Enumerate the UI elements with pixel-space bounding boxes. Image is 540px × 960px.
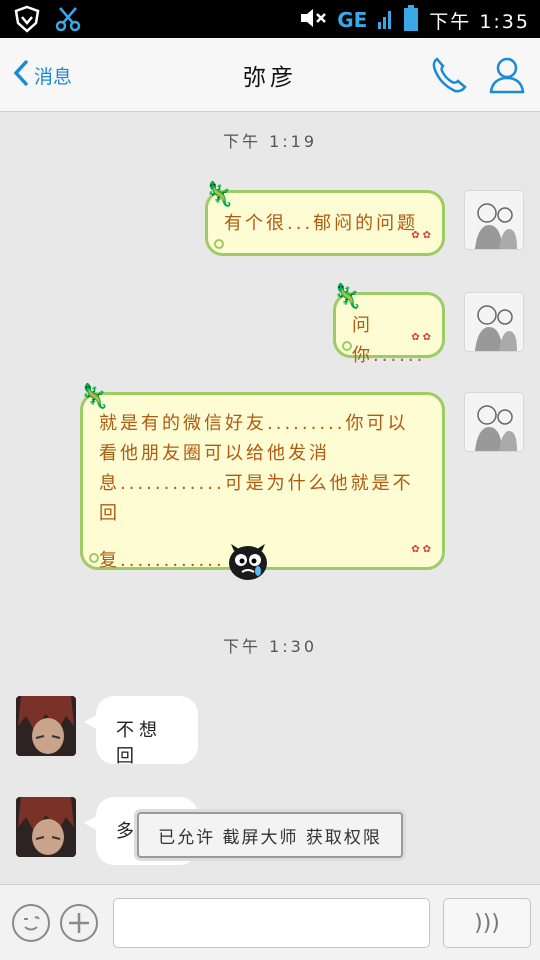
curl-decoration bbox=[89, 553, 99, 563]
toast-text: 已允许 截屏大师 获取权限 bbox=[158, 827, 382, 848]
scissors-icon bbox=[54, 5, 82, 37]
gecko-icon: 🦎 bbox=[332, 282, 365, 310]
signal-icon bbox=[377, 6, 393, 34]
plus-icon bbox=[62, 913, 96, 944]
mute-icon bbox=[299, 6, 327, 34]
gecko-icon: 🦎 bbox=[79, 382, 112, 410]
shield-icon bbox=[14, 5, 40, 37]
avatar[interactable] bbox=[464, 190, 524, 250]
add-button[interactable] bbox=[60, 904, 98, 942]
message-bubble-me[interactable]: 🦎 就是有的微信好友.........你可以 看他朋友圈可以给他发消 息....… bbox=[79, 382, 445, 580]
message-bubble-me[interactable]: 🦎 问你...... ✿✿ bbox=[332, 282, 445, 366]
battery-icon bbox=[403, 4, 419, 36]
message-line: 就是有的微信好友.........你可以 bbox=[99, 413, 409, 434]
flower-decoration: ✿✿ bbox=[411, 544, 434, 555]
avatar[interactable] bbox=[16, 797, 76, 857]
message-text: 多 bbox=[116, 821, 139, 842]
message-input[interactable] bbox=[113, 898, 430, 948]
profile-button[interactable] bbox=[488, 56, 528, 96]
smiley-icon bbox=[14, 916, 48, 944]
network-type: GE bbox=[337, 8, 368, 32]
message-line: 看他朋友圈可以给他发消 bbox=[99, 443, 330, 464]
message-line: 复............ bbox=[99, 550, 225, 571]
permission-toast: 已允许 截屏大师 获取权限 bbox=[137, 812, 403, 858]
gecko-icon: 🦎 bbox=[204, 180, 237, 208]
crying-face-icon bbox=[227, 541, 269, 581]
avatar[interactable] bbox=[464, 392, 524, 452]
person-icon bbox=[488, 57, 526, 98]
status-time: 下午 1:35 bbox=[429, 10, 530, 33]
avatar[interactable] bbox=[464, 292, 524, 352]
avatar[interactable] bbox=[16, 696, 76, 756]
emoji-button[interactable] bbox=[12, 904, 50, 942]
curl-decoration bbox=[214, 239, 224, 249]
status-bar: GE 下午 1:35 bbox=[0, 0, 540, 38]
curl-decoration bbox=[342, 341, 352, 351]
phone-icon bbox=[431, 57, 467, 98]
voice-icon: ))) bbox=[474, 910, 500, 936]
timestamp: 下午 1:19 bbox=[222, 132, 318, 151]
voice-button[interactable]: ))) bbox=[443, 898, 531, 948]
flower-decoration: ✿✿ bbox=[411, 332, 434, 343]
message-text: 有个很...郁闷的问题 bbox=[224, 213, 419, 234]
message-line: 息............可是为什么他就是不回 bbox=[99, 473, 414, 524]
chat-header: 消息 弥彦 bbox=[0, 38, 540, 112]
flower-decoration: ✿✿ bbox=[411, 230, 434, 241]
message-text: 不想回 bbox=[116, 720, 162, 767]
call-button[interactable] bbox=[431, 56, 471, 96]
message-bubble-other[interactable]: 不想回 bbox=[84, 696, 198, 767]
timestamp: 下午 1:30 bbox=[222, 637, 318, 656]
input-bar: ))) bbox=[0, 884, 540, 960]
message-bubble-me[interactable]: 🦎 有个很...郁闷的问题 ✿✿ bbox=[204, 180, 445, 256]
